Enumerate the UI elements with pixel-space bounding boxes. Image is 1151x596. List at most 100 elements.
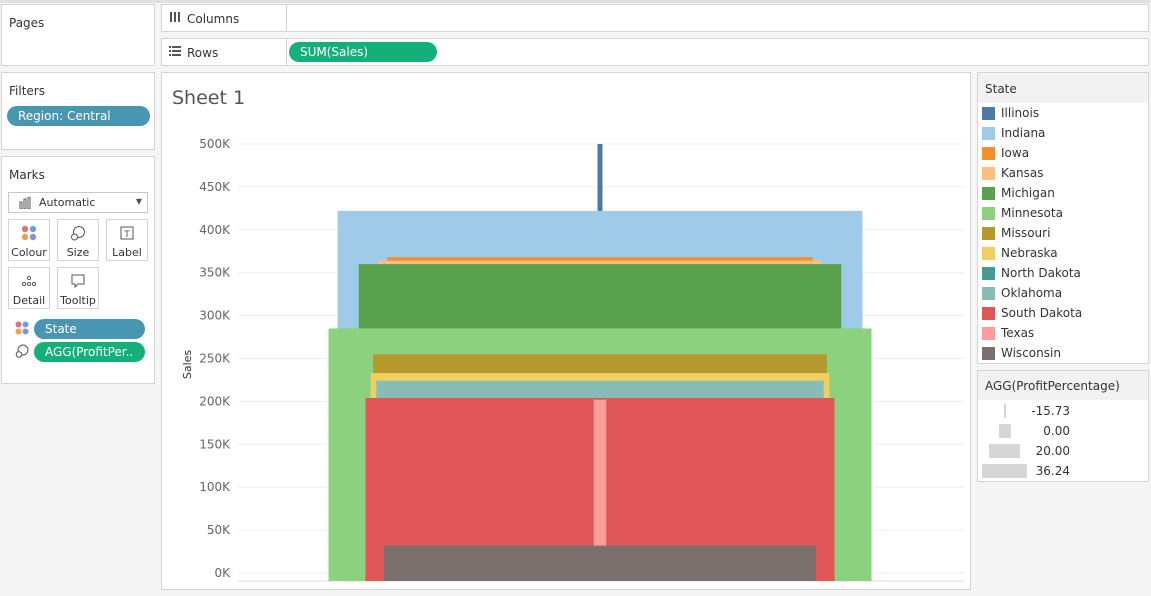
marks-title: Marks bbox=[9, 168, 45, 182]
legend-label: North Dakota bbox=[1001, 266, 1081, 280]
y-tick-label: 0K bbox=[214, 566, 231, 580]
legend-label: Nebraska bbox=[1001, 246, 1058, 260]
tooltip-icon bbox=[58, 273, 98, 289]
y-tick-label: 150K bbox=[199, 437, 231, 451]
state-legend-title: State bbox=[985, 82, 1017, 96]
legend-swatch bbox=[982, 246, 995, 260]
y-tick-label: 50K bbox=[207, 523, 231, 537]
legend-swatch bbox=[982, 206, 995, 220]
mark-type-label: Automatic bbox=[39, 196, 96, 209]
legend-item[interactable]: Minnesota bbox=[982, 205, 1063, 221]
colour-icon bbox=[9, 225, 49, 241]
pages-title: Pages bbox=[9, 16, 45, 30]
legend-label: Illinois bbox=[1001, 106, 1040, 120]
legend-item[interactable]: Nebraska bbox=[982, 245, 1058, 261]
size-button[interactable]: Size bbox=[57, 219, 99, 261]
legend-item[interactable]: North Dakota bbox=[982, 265, 1081, 281]
size-legend-title: AGG(ProfitPercentage) bbox=[985, 379, 1120, 393]
detail-icon bbox=[9, 273, 49, 289]
y-tick-label: 200K bbox=[199, 394, 231, 408]
legend-label: Oklahoma bbox=[1001, 286, 1063, 300]
y-tick-label: 400K bbox=[199, 223, 231, 237]
legend-label: Iowa bbox=[1001, 146, 1030, 160]
sum-sales-pill[interactable]: SUM(Sales) bbox=[289, 42, 437, 62]
y-tick-label: 300K bbox=[199, 309, 231, 323]
bar-wisconsin bbox=[384, 545, 816, 581]
size-legend-row[interactable]: 20.00 bbox=[978, 442, 1148, 460]
label-label: Label bbox=[112, 246, 142, 259]
legend-item[interactable]: South Dakota bbox=[982, 305, 1082, 321]
colour-label: Colour bbox=[11, 246, 47, 259]
size-label: Size bbox=[66, 246, 90, 259]
label-icon: T bbox=[107, 225, 147, 241]
detail-label: Detail bbox=[12, 294, 46, 307]
legend-swatch bbox=[982, 106, 995, 120]
legend-swatch bbox=[982, 146, 995, 160]
rows-label-text: Rows bbox=[187, 45, 219, 60]
size-legend-row[interactable]: 0.00 bbox=[978, 422, 1148, 440]
legend-label: Indiana bbox=[1001, 126, 1046, 140]
legend-swatch bbox=[982, 126, 995, 140]
legend-item[interactable]: Oklahoma bbox=[982, 285, 1062, 301]
legend-label: Wisconsin bbox=[1001, 346, 1061, 360]
size-legend-row[interactable]: -15.73 bbox=[978, 402, 1148, 420]
size-icon bbox=[58, 225, 98, 241]
legend-label: Texas bbox=[1001, 326, 1035, 340]
size-legend-value: -15.73 bbox=[1031, 404, 1070, 418]
legend-item[interactable]: Kansas bbox=[982, 165, 1043, 181]
sales-chart: 0K 50K 100K 150K 200K 250K 300K 350K 400K 450K 500… bbox=[181, 137, 964, 582]
tooltip-label: Tooltip bbox=[60, 294, 96, 307]
size-legend-value: 36.24 bbox=[1035, 464, 1070, 478]
legend-label: Kansas bbox=[1001, 166, 1044, 180]
legend-label: Missouri bbox=[1001, 226, 1051, 240]
legend-item[interactable]: Indiana bbox=[982, 125, 1045, 141]
size-swatch bbox=[982, 464, 1027, 478]
size-legend-value: 0.00 bbox=[1043, 424, 1070, 438]
top-strip bbox=[0, 0, 1151, 3]
pages-panel[interactable]: Pages bbox=[1, 4, 155, 66]
colour-button[interactable]: Colour bbox=[8, 219, 50, 261]
detail-button[interactable]: Detail bbox=[8, 267, 50, 309]
legend-swatch bbox=[982, 166, 995, 180]
mark-type-dropdown[interactable]: Automatic ▼ bbox=[8, 192, 148, 213]
filter-region-pill[interactable]: Region: Central bbox=[7, 106, 150, 126]
legend-item[interactable]: Texas bbox=[982, 325, 1034, 341]
y-tick-label: 350K bbox=[199, 266, 231, 280]
profit-percentage-pill[interactable]: AGG(ProfitPer.. bbox=[34, 342, 145, 362]
legend-item[interactable]: Wisconsin bbox=[982, 345, 1061, 361]
y-tick-label: 450K bbox=[199, 180, 231, 194]
legend-item[interactable]: Iowa bbox=[982, 145, 1029, 161]
sheet-panel: Sheet 1 0K 50K 100K 150K 200K 250K 300K 350K 400… bbox=[161, 72, 971, 590]
rows-shelf[interactable]: Rows SUM(Sales) bbox=[161, 38, 1149, 66]
marks-panel: Marks Automatic ▼ Colour Size T Label De… bbox=[1, 156, 155, 384]
bar-chart-icon bbox=[19, 196, 33, 212]
legend-swatch bbox=[982, 186, 995, 200]
state-pill[interactable]: State bbox=[34, 319, 145, 339]
filters-panel: Filters Region: Central bbox=[1, 72, 155, 150]
y-tick-label: 100K bbox=[199, 480, 231, 494]
legend-label: Michigan bbox=[1001, 186, 1055, 200]
legend-swatch bbox=[982, 286, 995, 300]
state-legend-panel: State Illinois Indiana Iowa Kansas Michigan M… bbox=[977, 72, 1149, 364]
y-tick-label: 500K bbox=[199, 137, 231, 151]
legend-item[interactable]: Missouri bbox=[982, 225, 1050, 241]
size-swatch bbox=[1004, 404, 1006, 418]
svg-text:T: T bbox=[123, 230, 130, 240]
legend-item[interactable]: Michigan bbox=[982, 185, 1055, 201]
columns-shelf[interactable]: Columns bbox=[161, 4, 1149, 32]
legend-swatch bbox=[982, 226, 995, 240]
tooltip-button[interactable]: Tooltip bbox=[57, 267, 99, 309]
rows-icon bbox=[169, 45, 181, 60]
label-button[interactable]: T Label bbox=[106, 219, 148, 261]
legend-label: South Dakota bbox=[1001, 306, 1083, 320]
legend-swatch bbox=[982, 266, 995, 280]
size-legend-row[interactable]: 36.24 bbox=[978, 462, 1148, 480]
columns-label: Columns bbox=[169, 11, 239, 26]
chevron-down-icon: ▼ bbox=[135, 197, 142, 206]
y-axis-title: Sales bbox=[181, 350, 194, 380]
size-encoding-icon bbox=[15, 344, 29, 361]
size-legend-header: AGG(ProfitPercentage) bbox=[978, 371, 1148, 400]
legend-item[interactable]: Illinois bbox=[982, 105, 1039, 121]
size-legend-value: 20.00 bbox=[1035, 444, 1070, 458]
size-swatch bbox=[989, 444, 1020, 458]
